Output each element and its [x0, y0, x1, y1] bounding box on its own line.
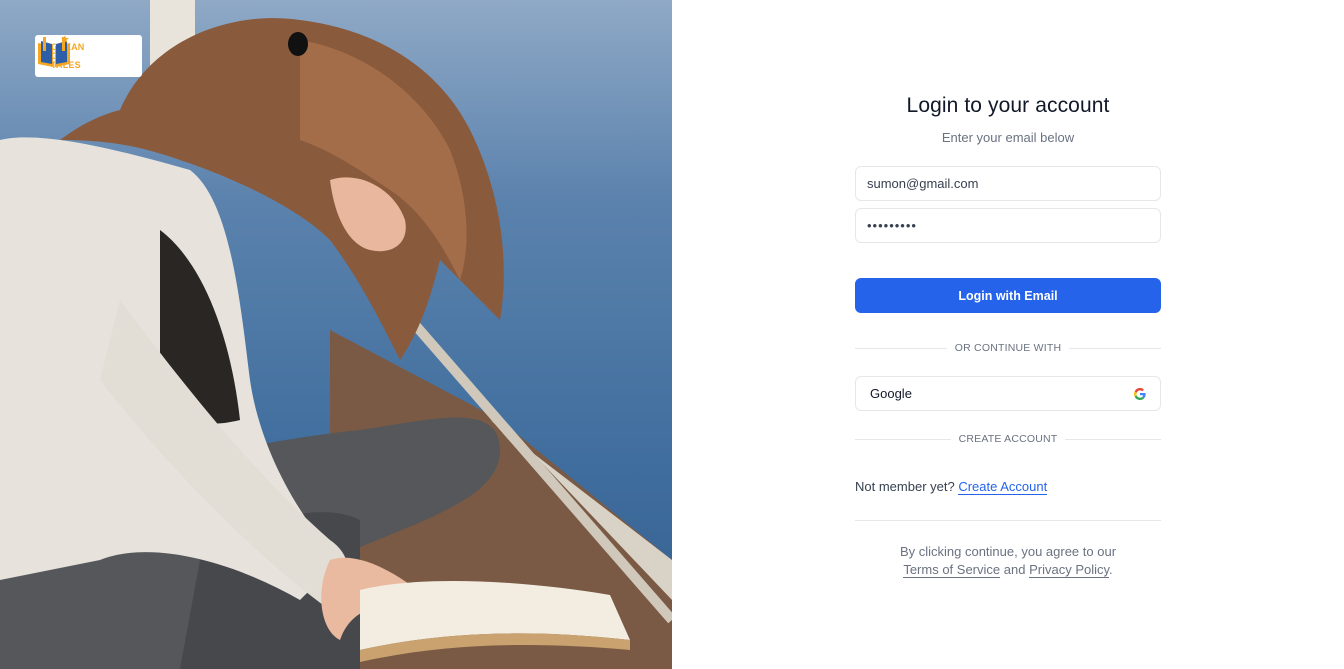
create-account-link[interactable]: Create Account: [958, 479, 1048, 495]
not-member-text: Not member yet?: [855, 479, 955, 494]
email-field[interactable]: [855, 166, 1161, 201]
logo-badge[interactable]: OCEAN OF TALES: [35, 35, 142, 77]
or-continue-divider: OR CONTINUE WITH: [855, 341, 1162, 355]
divider-line: [855, 347, 947, 349]
create-account-label: CREATE ACCOUNT: [958, 433, 1058, 445]
divider-line: [855, 438, 951, 440]
page-subtitle: Enter your email below: [941, 130, 1075, 145]
password-field[interactable]: [855, 208, 1161, 243]
open-book-icon: [38, 35, 70, 67]
not-member-row: Not member yet? Create Account: [855, 479, 1048, 495]
woman-reading-illustration: [0, 0, 672, 669]
google-g-icon: [1134, 387, 1146, 400]
terms-and: and: [1003, 562, 1026, 577]
terms-suffix: .: [1109, 562, 1113, 577]
privacy-policy-link[interactable]: Privacy Policy: [1029, 562, 1110, 578]
divider-line: [1069, 347, 1162, 349]
login-form-panel: Login to your account Enter your email b…: [672, 0, 1344, 669]
terms-notice: By clicking continue, you agree to our T…: [882, 543, 1134, 579]
google-button-label: Google: [870, 386, 912, 401]
google-login-button[interactable]: Google: [855, 376, 1161, 411]
divider-line: [1065, 438, 1161, 440]
page-title: Login to your account: [906, 94, 1110, 117]
terms-of-service-link[interactable]: Terms of Service: [903, 562, 1001, 578]
hero-photo: OCEAN OF TALES: [0, 0, 672, 669]
login-with-email-button[interactable]: Login with Email: [855, 278, 1161, 313]
create-account-divider: CREATE ACCOUNT: [855, 432, 1161, 446]
or-continue-label: OR CONTINUE WITH: [954, 342, 1062, 354]
terms-prefix: By clicking continue, you agree to our: [899, 544, 1117, 559]
divider-line: [855, 520, 1161, 521]
